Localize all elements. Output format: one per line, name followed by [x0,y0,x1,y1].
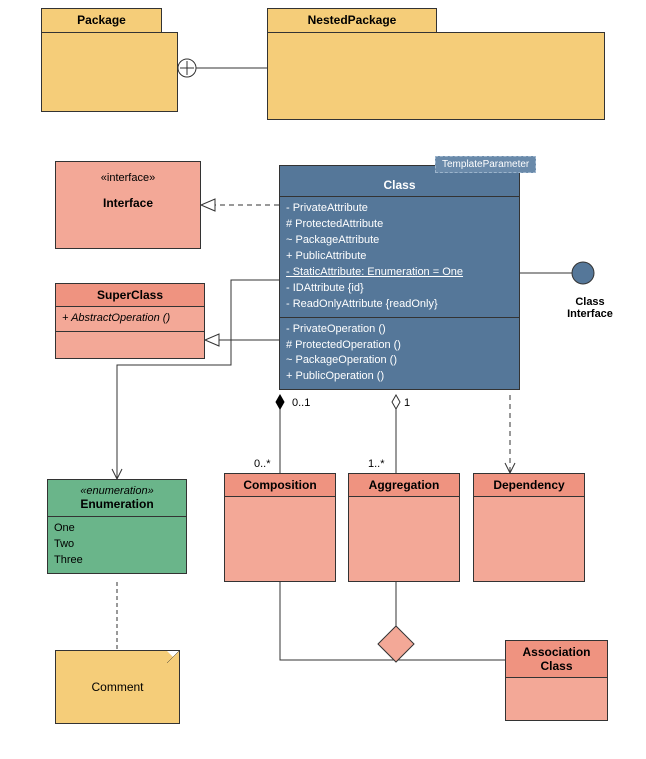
op-line: # ProtectedOperation () [286,338,513,354]
composition-title: Composition [225,474,335,497]
attr-line: # ProtectedAttribute [286,217,513,233]
enum-val: One [54,521,180,537]
assoc-title: Association Class [506,641,607,678]
aggregation-body [349,497,459,581]
op-line: + PublicOperation () [286,369,513,385]
composition-box: Composition [224,473,336,582]
dependency-title: Dependency [474,474,584,497]
enum-box: «enumeration» Enumeration One Two Three [47,479,187,574]
package-body [41,32,178,112]
assoc-body [506,678,607,720]
enum-val: Two [54,537,180,553]
interface-box: «interface» Interface [55,161,201,249]
enum-name: Enumeration [48,497,186,511]
superclass-op: + AbstractOperation () [56,307,204,332]
dependency-body [474,497,584,581]
dependency-box: Dependency [473,473,585,582]
class-attrs: - PrivateAttribute # ProtectedAttribute … [280,197,519,318]
nested-package-body [267,32,605,120]
class-ops: - PrivateOperation () # ProtectedOperati… [280,318,519,390]
class-box: Class - PrivateAttribute # ProtectedAttr… [279,165,520,390]
enum-values: One Two Three [48,517,186,573]
attr-line: ~ PackageAttribute [286,233,513,249]
attr-line: - StaticAttribute: Enumeration = One [286,265,513,281]
interface-name: Interface [56,184,200,210]
package-tab: Package [41,8,162,33]
attr-line: + PublicAttribute [286,249,513,265]
association-class-box: Association Class [505,640,608,721]
template-parameter: TemplateParameter [435,156,536,173]
interface-stereo: «interface» [56,162,200,184]
superclass-empty [56,332,204,358]
attr-line: - IDAttribute {id} [286,281,513,297]
op-line: ~ PackageOperation () [286,353,513,369]
op-line: - PrivateOperation () [286,322,513,338]
mult-comp-far: 0..* [254,458,271,470]
enum-val: Three [54,553,180,569]
mult-agg-far: 1..* [368,458,385,470]
mult-comp-near: 0..1 [292,397,310,409]
attr-line: - PrivateAttribute [286,201,513,217]
aggregation-box: Aggregation [348,473,460,582]
superclass-box: SuperClass + AbstractOperation () [55,283,205,359]
nested-package-tab: NestedPackage [267,8,437,33]
composition-body [225,497,335,581]
attr-line: - ReadOnlyAttribute {readOnly} [286,297,513,313]
enum-stereo: «enumeration» [48,485,186,497]
comment-note: Comment [55,650,180,724]
comment-text: Comment [91,680,143,694]
superclass-title: SuperClass [56,284,204,307]
aggregation-title: Aggregation [349,474,459,497]
lollipop-label: Class Interface [550,296,630,320]
mult-agg-near: 1 [404,397,410,409]
